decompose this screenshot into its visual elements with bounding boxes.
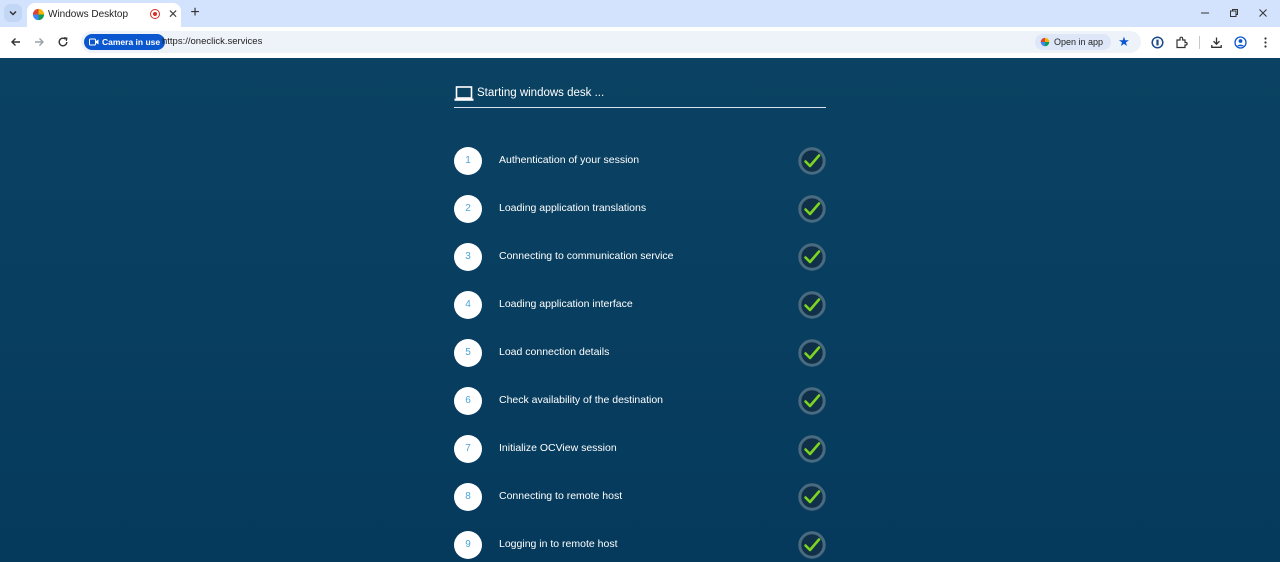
step-row: 7 Initialize OCView session — [454, 435, 826, 463]
step-row: 8 Connecting to remote host — [454, 483, 826, 511]
pinwheel-favicon-icon — [32, 8, 45, 21]
bookmark-star-icon[interactable]: ★ — [1116, 34, 1132, 50]
video-camera-icon — [89, 38, 99, 46]
tab-search-button[interactable] — [4, 4, 22, 22]
step-row: 1 Authentication of your session — [454, 147, 826, 175]
step-number-badge: 5 — [454, 339, 482, 367]
step-number-badge: 3 — [454, 243, 482, 271]
step-number-badge: 1 — [454, 147, 482, 175]
close-window-button[interactable] — [1255, 5, 1271, 21]
step-label: Logging in to remote host — [499, 538, 618, 550]
step-label: Connecting to remote host — [499, 490, 623, 502]
url-text[interactable]: https://oneclick.services — [162, 36, 262, 47]
puzzle-piece-icon — [1175, 36, 1188, 48]
page-content: Starting windows desk ... 1 Authenticatio… — [0, 58, 1280, 562]
address-bar[interactable]: Camera in use https://oneclick.services … — [81, 31, 1141, 53]
laptop-icon — [454, 86, 474, 101]
step-row: 5 Load connection details — [454, 339, 826, 367]
checkmark-icon — [798, 339, 826, 367]
new-tab-button[interactable]: + — [187, 5, 203, 21]
step-row: 4 Loading application interface — [454, 291, 826, 319]
forward-button[interactable] — [31, 34, 47, 50]
downloads-button[interactable] — [1208, 34, 1224, 50]
step-row: 3 Connecting to communication service — [454, 243, 826, 271]
tab-strip: Windows Desktop ✕ + — [0, 0, 1280, 27]
step-label: Connecting to communication service — [499, 250, 674, 262]
download-icon — [1210, 37, 1222, 48]
browser-toolbar: Camera in use https://oneclick.services … — [0, 27, 1280, 58]
password-manager-icon — [1150, 35, 1164, 49]
step-label: Check availability of the destination — [499, 394, 664, 406]
checkmark-icon — [798, 243, 826, 271]
step-label: Initialize OCView session — [499, 442, 617, 454]
arrow-left-icon — [11, 38, 20, 46]
step-row: 6 Check availability of the destination — [454, 387, 826, 415]
step-row: 9 Logging in to remote host — [454, 531, 826, 559]
step-number-badge: 6 — [454, 387, 482, 415]
panel-title: Starting windows desk ... — [477, 87, 605, 99]
step-number-badge: 9 — [454, 531, 482, 559]
minimize-icon — [1201, 12, 1209, 14]
close-icon — [1259, 9, 1267, 17]
three-dots-vertical-icon — [1263, 36, 1267, 48]
restore-icon — [1230, 9, 1238, 17]
reload-button[interactable] — [55, 34, 71, 50]
step-number-badge: 8 — [454, 483, 482, 511]
recording-icon — [150, 9, 160, 19]
camera-chip-label: Camera in use — [102, 37, 161, 47]
minimize-button[interactable] — [1197, 5, 1213, 21]
arrow-right-icon — [35, 38, 44, 46]
back-button[interactable] — [8, 34, 24, 50]
browser-tab[interactable]: Windows Desktop ✕ — [27, 3, 181, 27]
open-in-app-label: Open in app — [1054, 37, 1104, 47]
step-number-badge: 4 — [454, 291, 482, 319]
checkmark-icon — [798, 387, 826, 415]
restore-button[interactable] — [1226, 5, 1242, 21]
step-number-badge: 2 — [454, 195, 482, 223]
checkmark-icon — [798, 435, 826, 463]
checkmark-icon — [798, 483, 826, 511]
browser-menu-button[interactable] — [1257, 34, 1273, 50]
reload-icon — [58, 36, 68, 47]
step-label: Loading application interface — [499, 298, 633, 310]
startup-progress-panel: Starting windows desk ... 1 Authenticatio… — [454, 84, 826, 559]
open-in-app-button[interactable]: Open in app — [1035, 34, 1112, 50]
panel-header: Starting windows desk ... — [454, 84, 826, 108]
camera-in-use-chip[interactable]: Camera in use — [84, 34, 166, 50]
tab-close-icon[interactable]: ✕ — [166, 7, 180, 21]
pinwheel-app-icon — [1040, 37, 1050, 47]
tab-title: Windows Desktop — [48, 9, 129, 20]
checkmark-icon — [798, 531, 826, 559]
chevron-down-icon — [9, 10, 17, 16]
extensions-button[interactable] — [1173, 34, 1189, 50]
step-label: Load connection details — [499, 346, 610, 358]
password-manager-button[interactable] — [1149, 34, 1165, 50]
step-number-badge: 7 — [454, 435, 482, 463]
step-row: 2 Loading application translations — [454, 195, 826, 223]
checkmark-icon — [798, 195, 826, 223]
profile-avatar-icon — [1233, 35, 1247, 49]
checkmark-icon — [798, 291, 826, 319]
step-label: Loading application translations — [499, 202, 647, 214]
step-label: Authentication of your session — [499, 154, 640, 166]
checkmark-icon — [798, 147, 826, 175]
profile-button[interactable] — [1232, 34, 1248, 50]
toolbar-separator — [1199, 36, 1200, 49]
